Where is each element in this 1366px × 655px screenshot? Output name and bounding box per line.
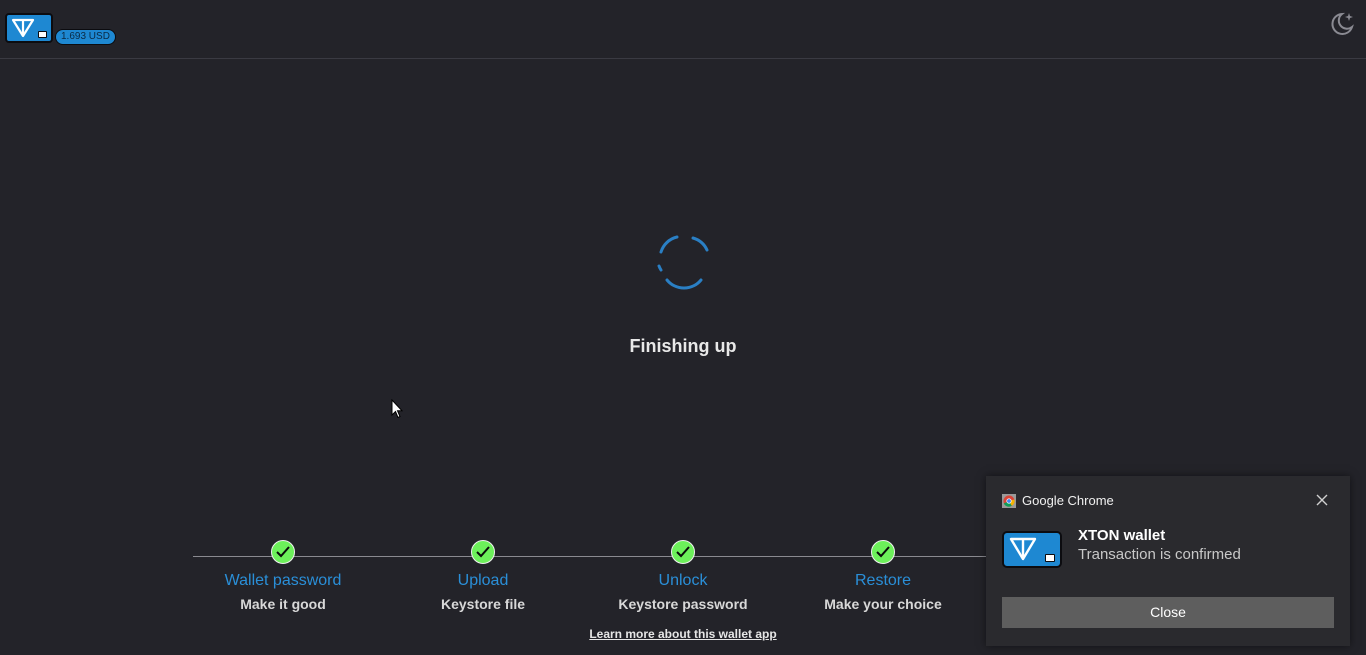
page: 1.693 USD Finishing up Wallet password M… [0, 0, 1366, 655]
check-icon [671, 540, 695, 564]
notification-body: Transaction is confirmed [1078, 546, 1241, 563]
wallet-chip [38, 31, 47, 38]
check-icon [271, 540, 295, 564]
check-icon [471, 540, 495, 564]
step-title: Upload [457, 572, 509, 589]
mouse-cursor-icon [391, 398, 404, 424]
step-wallet-password: Wallet password Make it good [183, 540, 383, 612]
step-subtitle: Keystore password [618, 596, 748, 612]
notification-app-name: Google Chrome [1022, 493, 1114, 508]
step-title: Wallet password [224, 572, 342, 589]
close-button[interactable]: Close [1002, 597, 1334, 628]
status-text: Finishing up [629, 336, 737, 356]
check-icon [871, 540, 895, 564]
header: 1.693 USD [0, 0, 1366, 59]
step-title: Unlock [658, 572, 708, 589]
loading-spinner-icon [651, 226, 715, 290]
moon-star-icon[interactable] [1328, 10, 1356, 38]
step-subtitle: Keystore file [440, 596, 526, 612]
step-unlock: Unlock Keystore password [583, 540, 783, 612]
price-badge: 1.693 USD [55, 29, 116, 45]
ton-wallet-logo-icon[interactable] [5, 13, 53, 43]
learn-more-link[interactable]: Learn more about this wallet app [589, 627, 776, 641]
step-subtitle: Make it good [240, 596, 326, 612]
notification-toast: Google Chrome XTON wallet Transaction is… [986, 476, 1350, 646]
step-subtitle: Make your choice [824, 596, 942, 612]
close-icon[interactable] [1314, 492, 1330, 508]
wallet-chip [1045, 554, 1055, 562]
step-upload: Upload Keystore file [383, 540, 583, 612]
step-restore: Restore Make your choice [783, 540, 983, 612]
xton-wallet-logo-icon [1002, 531, 1062, 568]
step-title: Restore [854, 572, 912, 589]
notification-title: XTON wallet [1078, 527, 1166, 544]
chrome-icon [1002, 494, 1016, 508]
